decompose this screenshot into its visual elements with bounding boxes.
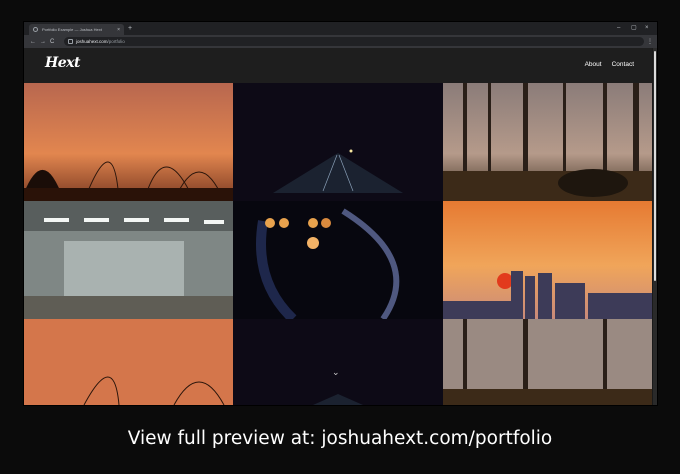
address-bar[interactable]: joshuahext.com/portfolio — [64, 37, 644, 46]
minimize-icon[interactable]: – — [617, 25, 620, 32]
photo-grid: ⌄ — [24, 83, 652, 405]
tab-title: Portfolio Example — Joshua Hext — [42, 27, 102, 32]
nav-about[interactable]: About — [585, 61, 602, 68]
browser-toolbar: ← → C joshuahext.com/portfolio ⋮ — [24, 35, 657, 48]
site-logo[interactable]: Hext — [45, 55, 80, 71]
forward-icon[interactable]: → — [40, 39, 46, 45]
photo-bokeh-lights[interactable] — [233, 201, 443, 319]
photo-sunset-grass[interactable] — [24, 319, 233, 405]
photo-night-road[interactable] — [233, 83, 443, 201]
tab-strip: Portfolio Example — Joshua Hext × + – ▢ … — [24, 22, 657, 35]
browser-tab[interactable]: Portfolio Example — Joshua Hext × — [29, 24, 124, 35]
page-scrollbar[interactable] — [653, 48, 657, 405]
scroll-down-icon[interactable]: ⌄ — [332, 367, 340, 378]
nav-contact[interactable]: Contact — [612, 61, 634, 68]
photo-office-interior[interactable] — [24, 201, 233, 319]
site-nav: About Contact — [585, 61, 634, 68]
page-viewport: Hext About Contact ⌄ — [24, 48, 657, 405]
back-icon[interactable]: ← — [30, 39, 36, 45]
scroll-thumb[interactable] — [654, 51, 656, 281]
site-header: Hext About Contact — [24, 48, 652, 83]
close-tab-icon[interactable]: × — [117, 27, 120, 33]
globe-icon — [33, 27, 38, 32]
preview-caption: View full preview at: joshuahext.com/por… — [127, 428, 553, 449]
url-text: joshuahext.com/portfolio — [76, 39, 125, 44]
photo-night-road[interactable]: ⌄ — [233, 319, 443, 405]
photo-forest-dusk[interactable] — [443, 83, 652, 201]
maximize-icon[interactable]: ▢ — [631, 25, 637, 32]
photo-forest-dusk[interactable] — [443, 319, 652, 405]
new-tab-icon[interactable]: + — [128, 25, 132, 33]
browser-window: Portfolio Example — Joshua Hext × + – ▢ … — [24, 22, 657, 405]
lock-icon — [68, 39, 73, 44]
photo-sunset-grass[interactable] — [24, 83, 233, 201]
reload-icon[interactable]: C — [50, 39, 54, 45]
photo-city-sunset[interactable] — [443, 201, 652, 319]
close-window-icon[interactable]: × — [645, 25, 649, 32]
browser-menu-icon[interactable]: ⋮ — [647, 38, 653, 45]
